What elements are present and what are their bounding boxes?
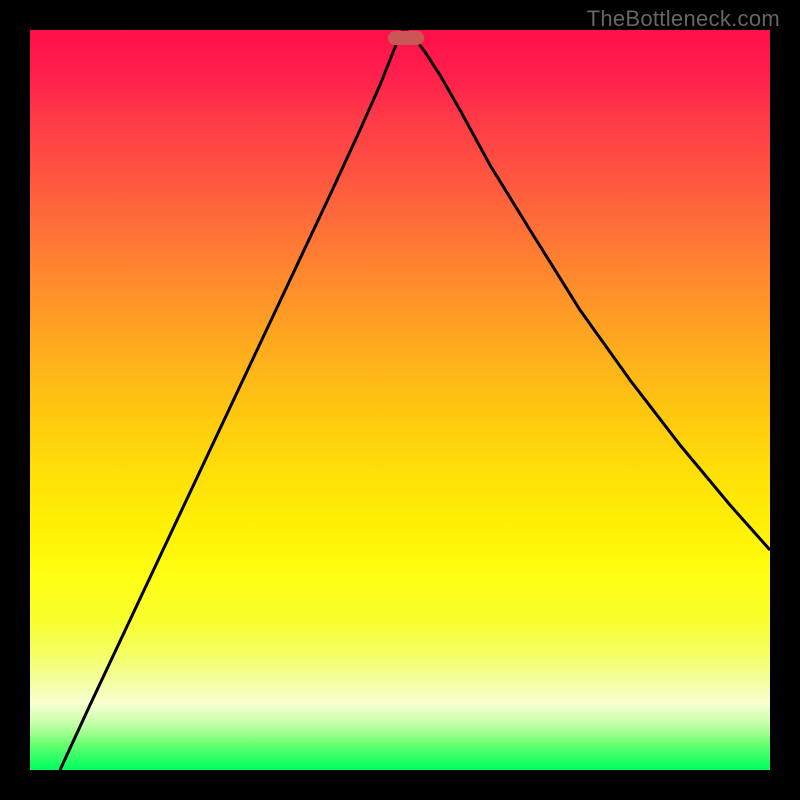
bottleneck-curve-line bbox=[60, 32, 770, 770]
chart-container bbox=[30, 30, 770, 770]
curve-plot bbox=[30, 30, 770, 770]
watermark-text: TheBottleneck.com bbox=[587, 6, 780, 32]
bottleneck-marker bbox=[388, 31, 424, 45]
